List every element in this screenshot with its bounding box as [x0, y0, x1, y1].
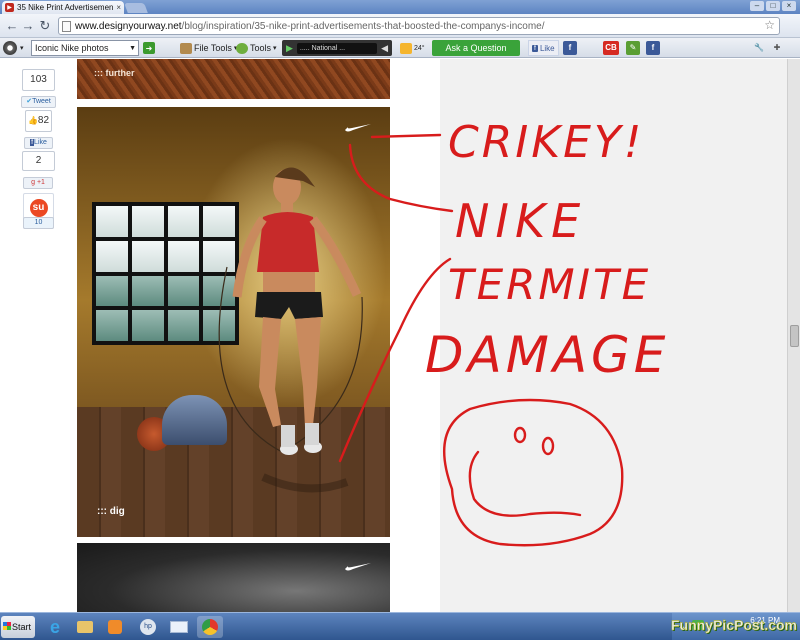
weather-temp: 24°	[414, 44, 425, 52]
tweet-count: 103	[22, 69, 55, 91]
new-tab-button[interactable]	[124, 3, 148, 13]
facebook-like-count: 👍82	[25, 110, 52, 132]
facebook-f-icon: f	[532, 44, 538, 52]
toolbar-search-combo[interactable]: Iconic Nike photos ▼	[31, 40, 139, 56]
facebook-like-share-button[interactable]: fLike	[24, 137, 53, 149]
toolbar-search-value: Iconic Nike photos	[35, 43, 109, 53]
url-host: www.designyourway.net	[75, 20, 182, 32]
navigation-bar: ← → ↻ www.designyourway.net/blog/inspira…	[0, 14, 800, 38]
play-icon[interactable]: ▶	[286, 43, 293, 54]
reload-icon[interactable]: ↻	[37, 18, 53, 34]
facebook-like-share-label: Like	[34, 139, 47, 146]
windows-taskbar: Start e hp ▲ 6:21 PM FunnyPicPost.com	[0, 612, 800, 640]
file-tools-label: File Tools	[194, 43, 232, 53]
minimize-button[interactable]: –	[750, 1, 764, 11]
caption-further: ::: further	[94, 68, 135, 78]
media-track-title: ..... National ...	[296, 42, 378, 54]
url-path: /blog/inspiration/35-nike-print-advertis…	[181, 20, 545, 32]
media-player-icon[interactable]	[102, 616, 128, 638]
tab-strip: ▶ 35 Nike Print Advertisements × – □ ×	[0, 0, 800, 14]
vertical-scrollbar[interactable]	[787, 59, 800, 612]
ad-image-dig: ::: dig	[77, 107, 390, 537]
address-bar[interactable]: www.designyourway.net/blog/inspiration/3…	[58, 17, 780, 35]
window-controls: – □ ×	[750, 1, 796, 11]
back-arrow-icon[interactable]: ←	[4, 18, 20, 34]
tools-menu[interactable]: Tools ▾	[236, 40, 277, 56]
ask-a-question-button[interactable]: Ask a Question	[432, 40, 520, 56]
page-icon	[62, 21, 71, 32]
tab-designyourway[interactable]: ▶ 35 Nike Print Advertisements ×	[2, 1, 124, 14]
toolbar-gear-icon[interactable]	[3, 41, 17, 55]
tools-gear-icon	[236, 42, 248, 54]
file-explorer-icon[interactable]	[72, 616, 98, 638]
thumbs-up-icon: 👍	[27, 116, 38, 125]
tweet-button[interactable]: ✔Tweet	[21, 96, 56, 108]
search-go-button[interactable]: ➜	[143, 42, 155, 54]
tab-close-icon[interactable]: ×	[116, 3, 121, 12]
google-plusone-button[interactable]: g +1	[23, 177, 53, 189]
facebook-like-label: Like	[539, 43, 555, 53]
media-player[interactable]: ▶ ..... National ... ◀	[282, 40, 392, 56]
hp-icon[interactable]: hp	[135, 616, 161, 638]
watermark: FunnyPicPost.com	[670, 617, 797, 633]
nike-swoosh-icon	[345, 124, 371, 132]
volume-icon[interactable]: ◀	[381, 43, 388, 54]
internet-explorer-icon[interactable]: e	[42, 616, 68, 638]
weather-sun-icon	[400, 42, 412, 54]
bookmark-star-icon[interactable]: ☆	[764, 18, 775, 32]
tools-label: Tools	[250, 43, 272, 53]
wrench-icon[interactable]: 🔧	[752, 41, 766, 55]
tweet-label: Tweet	[32, 98, 51, 105]
extensions-icon[interactable]: ✚	[770, 41, 784, 55]
folder-icon	[180, 42, 192, 54]
stumbleupon-count: 10	[23, 217, 54, 229]
like-count-value: 82	[37, 115, 50, 126]
plusone-count: 2	[22, 151, 55, 171]
facebook-like-button[interactable]: f Like	[528, 40, 559, 56]
facebook-notify-icon[interactable]: f	[646, 41, 660, 55]
file-tools-menu[interactable]: File Tools▾	[180, 40, 237, 56]
ad-image-smoke	[77, 543, 390, 612]
chrome-icon[interactable]	[197, 616, 223, 638]
caption-dig: ::: dig	[97, 506, 125, 517]
start-button[interactable]: Start	[1, 616, 35, 638]
cb-badge-icon[interactable]: CB	[603, 41, 619, 55]
plusone-label: +1	[36, 179, 45, 186]
ad-image-further: ::: further	[77, 59, 390, 99]
site-favicon-icon: ▶	[5, 3, 14, 12]
nike-swoosh-icon	[345, 563, 371, 571]
stumbleupon-icon: su	[29, 199, 48, 217]
athlete-jumping-rope	[218, 167, 363, 493]
google-g-icon: g	[31, 179, 35, 186]
scrollbar-thumb[interactable]	[790, 325, 799, 347]
chevron-down-icon: ▼	[129, 44, 136, 52]
maximize-button[interactable]: □	[766, 1, 780, 11]
gear-dropdown-icon[interactable]: ▾	[20, 40, 24, 56]
mail-icon[interactable]	[166, 616, 192, 638]
tab-title: 35 Nike Print Advertisements	[17, 3, 114, 12]
facebook-icon[interactable]: f	[563, 41, 577, 55]
close-window-button[interactable]: ×	[782, 1, 796, 11]
leaf-icon[interactable]: ✎	[626, 41, 640, 55]
forward-arrow-icon[interactable]: →	[20, 18, 36, 34]
page-background-right	[440, 59, 787, 612]
weather-widget[interactable]: 24°	[400, 40, 425, 56]
addon-toolbar: ▾ Iconic Nike photos ▼ ➜ File Tools▾ Too…	[0, 38, 800, 58]
page-viewport: 103 ✔Tweet 👍82 fLike 2 g +1 su 10 ::: fu…	[0, 59, 800, 612]
